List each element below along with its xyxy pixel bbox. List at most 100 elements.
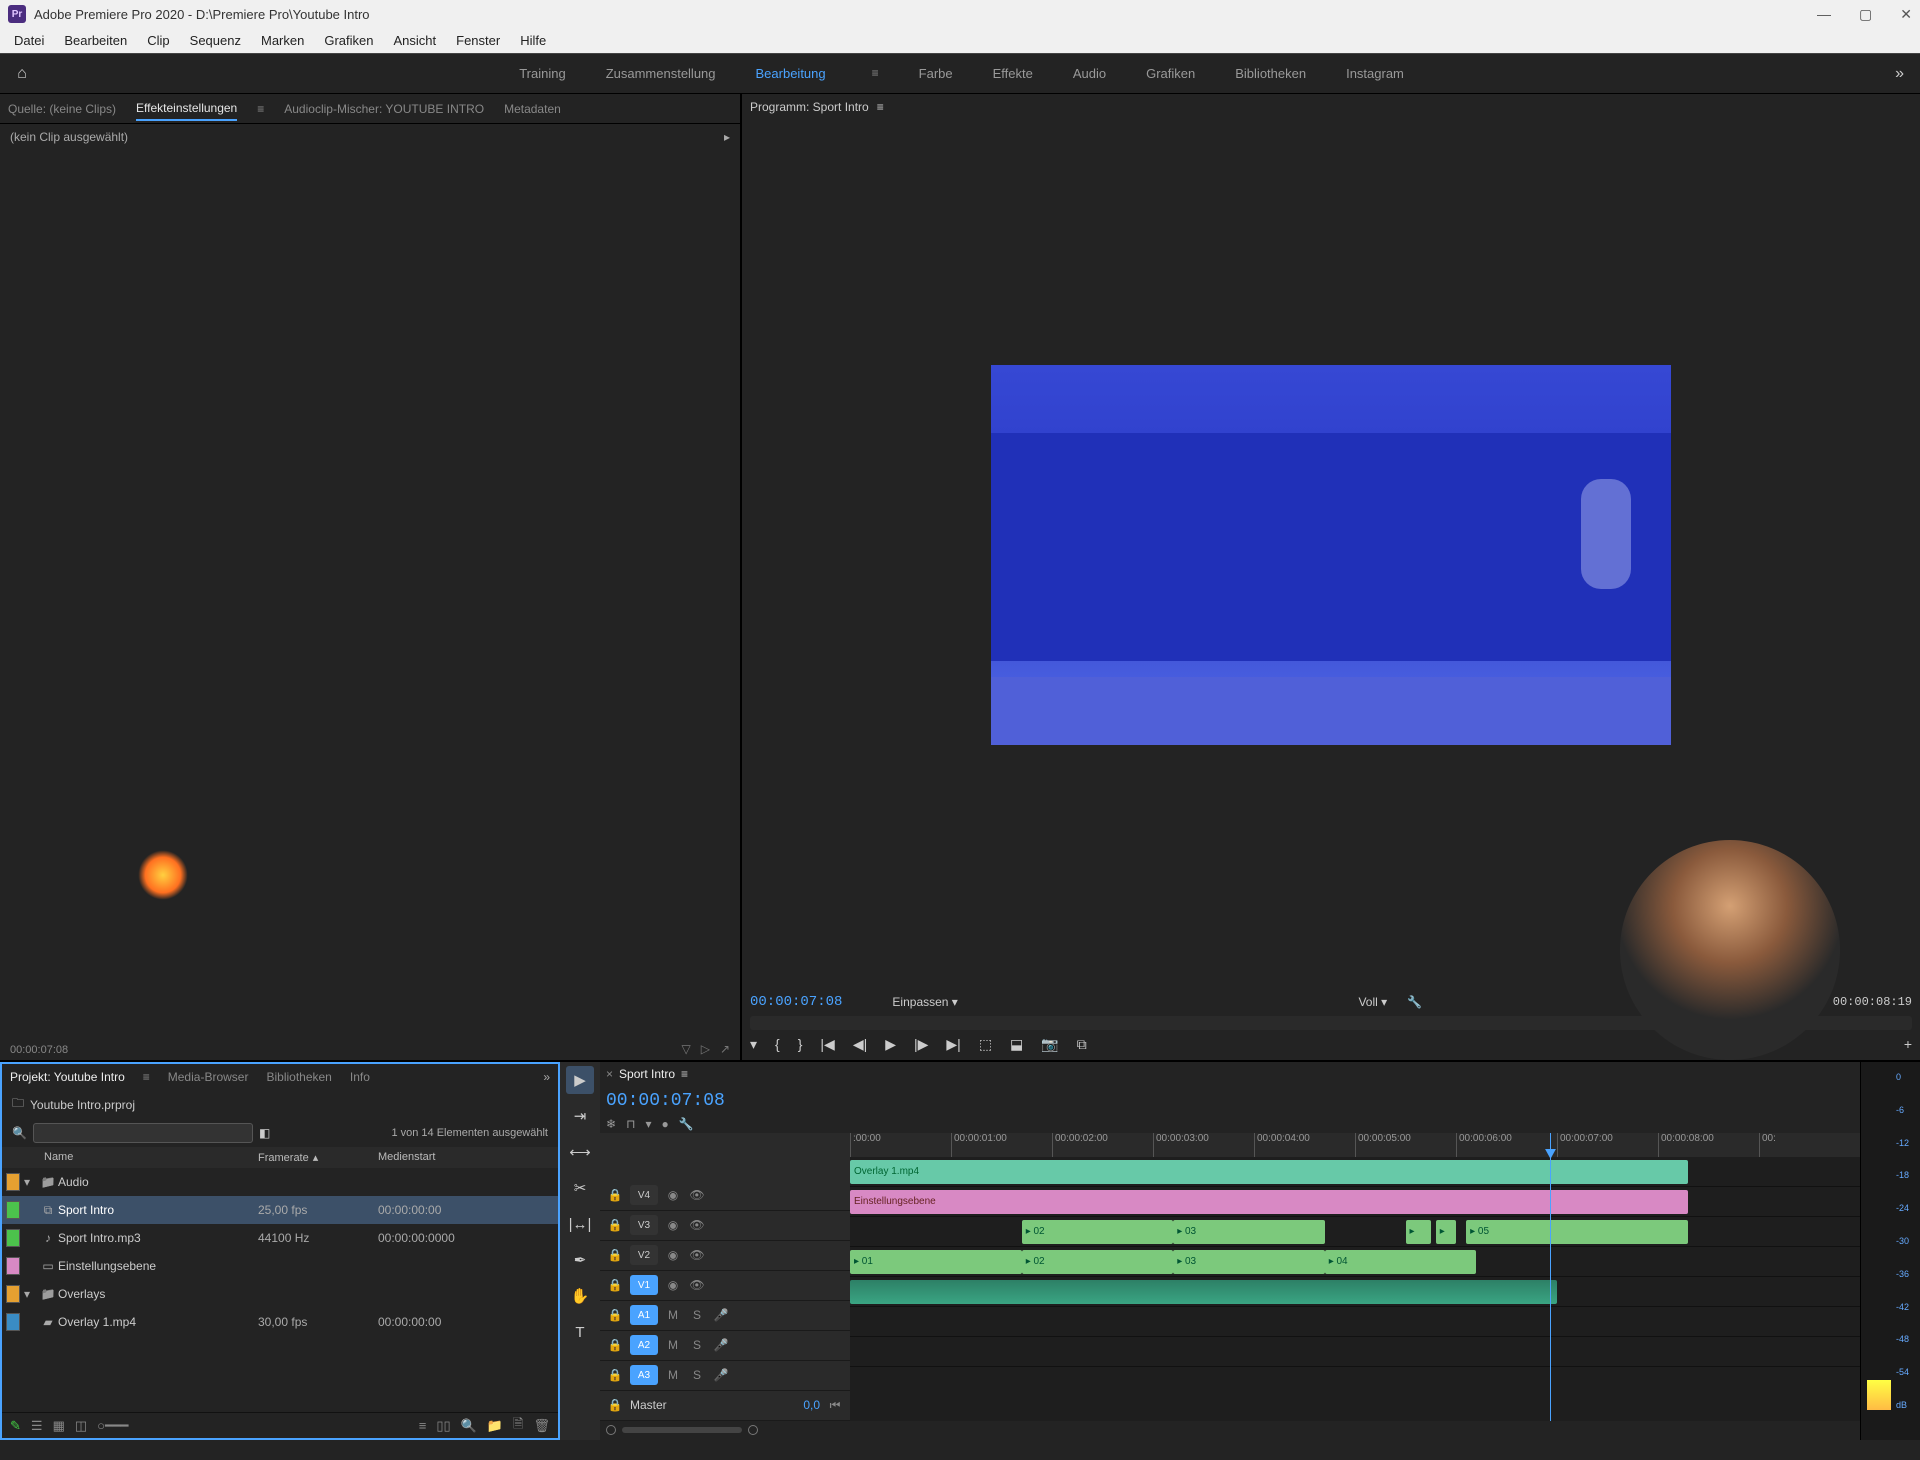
go-prev-icon[interactable]: |◀ xyxy=(820,1036,834,1053)
snap-icon[interactable]: ❄ xyxy=(606,1117,616,1131)
panel-menu-icon[interactable]: ≡ xyxy=(257,102,264,116)
video-clip[interactable]: ▸ xyxy=(1406,1220,1431,1244)
workspace-tab[interactable]: Effekte xyxy=(993,66,1033,81)
linked-sel-icon[interactable]: ⊓ xyxy=(626,1117,635,1131)
step-back-icon[interactable]: ◀| xyxy=(853,1036,867,1053)
export-frame-icon[interactable]: ↗ xyxy=(720,1042,730,1056)
new-item-icon[interactable]: 🗎 xyxy=(513,1415,523,1437)
video-clip[interactable]: ▸ 02 xyxy=(1022,1220,1174,1244)
video-clip[interactable]: ▸ xyxy=(1436,1220,1456,1244)
go-in-icon[interactable]: } xyxy=(798,1036,803,1053)
video-clip[interactable]: ▸ 03 xyxy=(1173,1220,1325,1244)
menu-bearbeiten[interactable]: Bearbeiten xyxy=(54,33,137,48)
comparison-icon[interactable]: ⧉ xyxy=(1077,1036,1087,1053)
audio-track-header[interactable]: 🔒A3MS🎤 xyxy=(600,1361,850,1391)
panel-menu-icon[interactable]: ≡ xyxy=(877,100,884,114)
video-track-header[interactable]: 🔒V1◉👁 xyxy=(600,1271,850,1301)
source-tab[interactable]: Audioclip-Mischer: YOUTUBE INTRO xyxy=(284,98,484,120)
play-only-icon[interactable]: ▷ xyxy=(701,1042,710,1056)
export-frame-icon[interactable]: 📷 xyxy=(1041,1036,1058,1053)
panel-menu-icon[interactable]: ≡ xyxy=(143,1070,150,1084)
menu-fenster[interactable]: Fenster xyxy=(446,33,510,48)
menu-marken[interactable]: Marken xyxy=(251,33,314,48)
minimize-icon[interactable]: — xyxy=(1817,6,1831,23)
col-name[interactable]: Name xyxy=(8,1151,258,1164)
razor-tool[interactable]: ✂ xyxy=(566,1174,594,1202)
menu-datei[interactable]: Datei xyxy=(4,33,54,48)
video-clip[interactable]: ▸ 02 xyxy=(1022,1250,1174,1274)
step-fwd-icon[interactable]: |▶ xyxy=(914,1036,928,1053)
trash-icon[interactable]: 🗑 xyxy=(533,1418,550,1434)
workspace-tab[interactable]: Instagram xyxy=(1346,66,1404,81)
list-view-icon[interactable]: ✎ xyxy=(10,1418,21,1434)
mark-out-icon[interactable]: { xyxy=(775,1036,780,1053)
maximize-icon[interactable]: ▢ xyxy=(1859,6,1872,23)
selection-tool[interactable]: ▶ xyxy=(566,1066,594,1094)
playhead[interactable] xyxy=(1550,1133,1551,1421)
workspace-tab[interactable]: Bibliotheken xyxy=(1235,66,1306,81)
menu-clip[interactable]: Clip xyxy=(137,33,179,48)
type-tool[interactable]: T xyxy=(566,1318,594,1346)
menu-ansicht[interactable]: Ansicht xyxy=(383,33,446,48)
search-input[interactable] xyxy=(33,1123,253,1143)
workspace-tab[interactable]: Grafiken xyxy=(1146,66,1195,81)
new-bin-icon[interactable]: 📁 xyxy=(487,1418,503,1434)
source-tab[interactable]: Quelle: (keine Clips) xyxy=(8,98,116,120)
pen-tool[interactable]: ✒ xyxy=(566,1246,594,1274)
wrench-icon[interactable]: 🔧 xyxy=(679,1117,694,1131)
video-clip[interactable]: ▸ 04 xyxy=(1325,1250,1477,1274)
expand-arrow-icon[interactable]: ▸ xyxy=(724,130,730,144)
workspace-tab[interactable]: Audio xyxy=(1073,66,1106,81)
project-list[interactable]: ▾AudioSport Intro25,00 fps00:00:00:00Spo… xyxy=(2,1168,558,1412)
video-clip[interactable]: ▸ 05 xyxy=(1466,1220,1688,1244)
video-track-header[interactable]: 🔒V4◉👁 xyxy=(600,1181,850,1211)
project-row[interactable]: Sport Intro.mp344100 Hz00:00:00:0000 xyxy=(2,1224,558,1252)
workspace-tab[interactable]: Bearbeitung xyxy=(756,66,826,81)
go-next-icon[interactable]: ▶| xyxy=(946,1036,960,1053)
audio-track-header[interactable]: 🔒A1MS🎤 xyxy=(600,1301,850,1331)
overflow-icon[interactable]: » xyxy=(1887,65,1912,83)
program-timecode[interactable]: 00:00:07:08 xyxy=(750,994,842,1010)
search-icon[interactable]: 🔍 xyxy=(12,1126,27,1140)
play-icon[interactable]: ▶ xyxy=(885,1036,896,1053)
video-clip[interactable]: ▸ 01 xyxy=(850,1250,1022,1274)
mark-in-icon[interactable]: ▾ xyxy=(750,1036,757,1053)
time-ruler[interactable]: :00:0000:00:01:0000:00:02:0000:00:03:000… xyxy=(850,1133,1860,1157)
close-sequence-icon[interactable]: × xyxy=(606,1067,613,1081)
project-tab[interactable]: Bibliotheken xyxy=(266,1070,331,1084)
zoom-slider[interactable]: ○━━━ xyxy=(97,1418,128,1434)
workspace-tab[interactable]: Training xyxy=(519,66,565,81)
workspace-tab[interactable]: Zusammenstellung xyxy=(606,66,716,81)
col-framerate[interactable]: Framerate▴ xyxy=(258,1151,378,1164)
button-editor-icon[interactable]: + xyxy=(1904,1036,1912,1053)
source-tab[interactable]: Metadaten xyxy=(504,98,561,120)
sequence-name[interactable]: Sport Intro xyxy=(619,1067,675,1081)
project-row[interactable]: Sport Intro25,00 fps00:00:00:00 xyxy=(2,1196,558,1224)
menu-sequenz[interactable]: Sequenz xyxy=(180,33,251,48)
project-tab[interactable]: Media-Browser xyxy=(168,1070,249,1084)
timeline-timecode[interactable]: 00:00:07:08 xyxy=(606,1091,725,1111)
slip-tool[interactable]: |↔| xyxy=(566,1210,594,1238)
col-mediastart[interactable]: Medienstart xyxy=(378,1151,552,1164)
timeline-zoom[interactable] xyxy=(600,1421,1860,1440)
project-tab[interactable]: Projekt: Youtube Intro xyxy=(10,1070,125,1084)
filter-icon[interactable]: ▽ xyxy=(681,1042,690,1056)
audio-track-header[interactable]: 🔒A2MS🎤 xyxy=(600,1331,850,1361)
automate-icon[interactable]: ▯▯ xyxy=(436,1418,450,1434)
close-icon[interactable]: ✕ xyxy=(1900,6,1912,23)
sort-icon[interactable]: ≡ xyxy=(419,1418,427,1433)
clip-overlay[interactable]: Overlay 1.mp4 xyxy=(850,1160,1688,1184)
find-icon[interactable]: 🔍 xyxy=(461,1418,477,1434)
clip-audio[interactable] xyxy=(850,1280,1557,1304)
project-row[interactable]: ▾Overlays xyxy=(2,1280,558,1308)
workspace-tab[interactable]: Farbe xyxy=(919,66,953,81)
clip-adjustment[interactable]: Einstellungsebene xyxy=(850,1190,1688,1214)
panel-menu-icon[interactable]: ≡ xyxy=(681,1067,688,1081)
settings-icon[interactable]: 🔧 xyxy=(1407,995,1422,1009)
ripple-tool[interactable]: ⟷ xyxy=(566,1138,594,1166)
track-select-tool[interactable]: ⇥ xyxy=(566,1102,594,1130)
panel-menu-icon[interactable]: ≡ xyxy=(872,66,879,81)
overflow-icon[interactable]: » xyxy=(543,1070,550,1084)
home-icon[interactable]: ⌂ xyxy=(8,60,36,88)
project-row[interactable]: Overlay 1.mp430,00 fps00:00:00:00 xyxy=(2,1308,558,1336)
